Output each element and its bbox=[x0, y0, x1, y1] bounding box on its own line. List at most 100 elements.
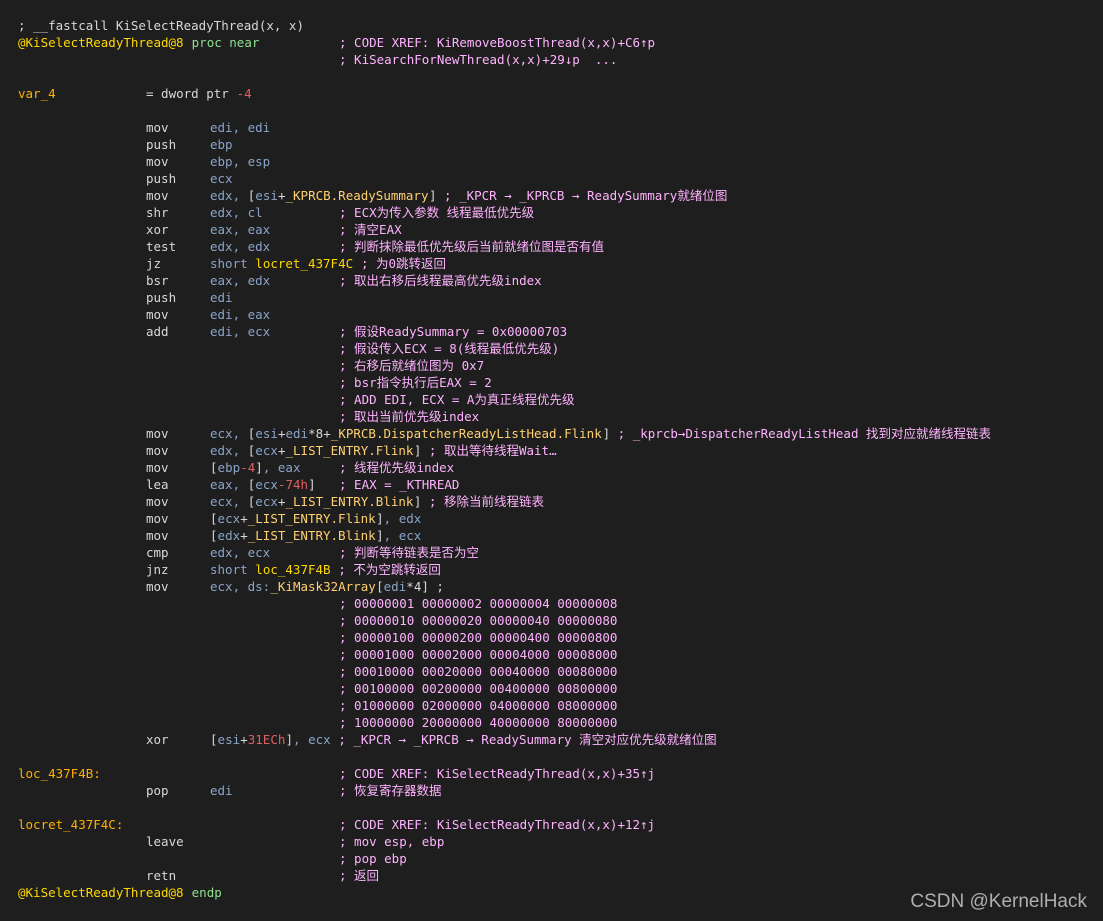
token-comment: ; 00000001 00000002 00000004 00000008 bbox=[339, 596, 618, 611]
code-line[interactable]: mov ebp, esp bbox=[0, 153, 1103, 170]
token-mnem: push bbox=[146, 290, 177, 305]
token-struct[interactable]: _KiMask32Array bbox=[270, 578, 375, 595]
code-line[interactable]: cmp edx, ecx ; 判断等待链表是否为空 bbox=[0, 544, 1103, 561]
token-num: -4 bbox=[240, 460, 256, 475]
code-line[interactable]: mov ecx, ds: _KiMask32Array[edi *4] ; bbox=[0, 578, 1103, 595]
code-line[interactable]: mov edi, eax bbox=[0, 306, 1103, 323]
code-line[interactable]: @KiSelectReadyThread@8 proc near ; CODE X… bbox=[0, 34, 1103, 51]
code-line[interactable]: ; 00000100 00000200 00000400 00000800 bbox=[0, 629, 1103, 646]
code-line[interactable]: jnz short loc_437F4B ; 不为空跳转返回 bbox=[0, 561, 1103, 578]
token-reg: edx, bbox=[210, 188, 248, 203]
token-comment: ; CODE XREF: KiSelectReadyThread(x,x)+12… bbox=[339, 817, 656, 832]
code-line[interactable]: bsr eax, edx ; 取出右移后线程最高优先级index bbox=[0, 272, 1103, 289]
code-line[interactable]: push edi bbox=[0, 289, 1103, 306]
token-plain: [ bbox=[247, 477, 256, 492]
token-func[interactable]: @KiSelectReadyThread@8 bbox=[18, 34, 184, 51]
token-sp bbox=[184, 884, 192, 901]
code-line[interactable]: ; 01000000 02000000 04000000 08000000 bbox=[0, 697, 1103, 714]
code-line[interactable]: locret_437F4C: ; CODE XREF: KiSelectReady… bbox=[0, 816, 1103, 833]
token-mnem: bsr bbox=[146, 273, 169, 288]
token-reg: ecx bbox=[210, 171, 233, 186]
code-line[interactable]: mov edi, edi bbox=[0, 119, 1103, 136]
code-line[interactable]: mov [edx + _LIST_ENTRY.Blink], ecx bbox=[0, 527, 1103, 544]
code-line[interactable]: ; 右移后就绪位图为 0x7 bbox=[0, 357, 1103, 374]
code-line[interactable]: ; bsr指令执行后EAX = 2 bbox=[0, 374, 1103, 391]
code-line[interactable]: ; 取出当前优先级index bbox=[0, 408, 1103, 425]
token-mnem: mov bbox=[146, 579, 169, 594]
code-line[interactable]: var_4 = dword ptr -4 bbox=[0, 85, 1103, 102]
code-line[interactable]: ; 10000000 20000000 40000000 80000000 bbox=[0, 714, 1103, 731]
token-mnem: jz bbox=[146, 256, 162, 271]
code-line[interactable]: ; 00000001 00000002 00000004 00000008 bbox=[0, 595, 1103, 612]
code-line[interactable]: ; KiSearchForNewThread(x,x)+29↓p ... bbox=[0, 51, 1103, 68]
code-line[interactable]: add edi, ecx ; 假设ReadySummary = 0x00000703 bbox=[0, 323, 1103, 340]
token-plain: + bbox=[240, 528, 248, 543]
token-plain: ] bbox=[308, 477, 316, 492]
token-reg: ecx, bbox=[210, 426, 248, 441]
code-line[interactable] bbox=[0, 68, 1103, 85]
token-num: -4 bbox=[236, 86, 252, 101]
code-line[interactable]: ; 假设传入ECX = 8(线程最低优先级) bbox=[0, 340, 1103, 357]
code-line[interactable]: mov [ebp -4], eax ; 线程优先级index bbox=[0, 459, 1103, 476]
token-reg: edx, edx bbox=[210, 239, 271, 254]
token-label[interactable]: loc_437F4B: bbox=[18, 765, 101, 782]
code-line[interactable]: mov ecx, [ecx + _LIST_ENTRY.Blink] ; 移除当前线程… bbox=[0, 493, 1103, 510]
token-struct[interactable]: _KPRCB.ReadySummary bbox=[286, 187, 429, 204]
code-line[interactable]: ; 00100000 00200000 00400000 00800000 bbox=[0, 680, 1103, 697]
code-line[interactable]: lea eax, [ecx -74h] ; EAX = _KTHREAD bbox=[0, 476, 1103, 493]
token-comment: ; 00100000 00200000 00400000 00800000 bbox=[339, 681, 618, 696]
token-reg: ebp bbox=[217, 460, 241, 475]
code-line[interactable]: shr edx, cl ; ECX为传入参数 线程最低优先级 bbox=[0, 204, 1103, 221]
token-plain: [ bbox=[376, 579, 384, 594]
token-reg: esi bbox=[255, 426, 278, 441]
token-label[interactable]: locret_437F4C: bbox=[18, 816, 123, 833]
token-sp bbox=[184, 34, 192, 51]
code-line[interactable]: ; ADD EDI, ECX = A为真正线程优先级 bbox=[0, 391, 1103, 408]
token-comment: ; CODE XREF: KiSelectReadyThread(x,x)+35… bbox=[339, 766, 656, 781]
token-label[interactable]: var_4 bbox=[18, 85, 56, 102]
token-reg: edx, ecx bbox=[210, 545, 271, 560]
token-comment: ; 取出右移后线程最高优先级index bbox=[339, 273, 542, 288]
disassembly-listing[interactable]: ; __fastcall KiSelectReadyThread(x, x) @K… bbox=[0, 0, 1103, 921]
token-struct[interactable]: _LIST_ENTRY.Flink bbox=[248, 510, 376, 527]
code-line[interactable]: ; pop ebp bbox=[0, 850, 1103, 867]
token-comment: ; 00000100 00000200 00000400 00000800 bbox=[339, 630, 618, 645]
code-line[interactable]: mov edx, [ecx + _LIST_ENTRY.Flink] ; 取出等待线程… bbox=[0, 442, 1103, 459]
token-struct[interactable]: _LIST_ENTRY.Flink bbox=[286, 442, 414, 459]
token-comment: ; 不为空跳转返回 bbox=[330, 562, 441, 577]
token-reg: ecx bbox=[217, 511, 241, 526]
token-plain: [ bbox=[247, 188, 256, 203]
code-line[interactable]: ; 00000010 00000020 00000040 00000080 bbox=[0, 612, 1103, 629]
token-loc[interactable]: locret_437F4C bbox=[255, 255, 353, 272]
code-line[interactable]: leave ; mov esp, ebp bbox=[0, 833, 1103, 850]
code-line[interactable]: mov [ecx + _LIST_ENTRY.Flink], edx bbox=[0, 510, 1103, 527]
token-plain: ] bbox=[376, 528, 384, 543]
code-line[interactable] bbox=[0, 102, 1103, 119]
code-line[interactable]: push ecx bbox=[0, 170, 1103, 187]
code-line[interactable]: jz short locret_437F4C ; 为0跳转返回 bbox=[0, 255, 1103, 272]
token-comment: ; ECX为传入参数 线程最低优先级 bbox=[339, 205, 535, 220]
code-line[interactable]: test edx, edx ; 判断抹除最低优先级后当前就绪位图是否有值 bbox=[0, 238, 1103, 255]
code-line[interactable]: retn ; 返回 bbox=[0, 867, 1103, 884]
code-line[interactable]: mov ecx, [esi + edi *8+ _KPRCB.DispatcherRead… bbox=[0, 425, 1103, 442]
token-func[interactable]: @KiSelectReadyThread@8 bbox=[18, 884, 184, 901]
code-line[interactable]: pop edi ; 恢复寄存器数据 bbox=[0, 782, 1103, 799]
token-reg: edi, edi bbox=[210, 120, 271, 135]
code-line[interactable] bbox=[0, 799, 1103, 816]
code-line[interactable]: ; 00001000 00002000 00004000 00008000 bbox=[0, 646, 1103, 663]
token-reg: , eax bbox=[262, 460, 301, 475]
code-line[interactable]: push ebp bbox=[0, 136, 1103, 153]
code-line[interactable]: ; __fastcall KiSelectReadyThread(x, x) bbox=[0, 17, 1103, 34]
token-loc[interactable]: loc_437F4B bbox=[255, 561, 330, 578]
token-comment: ; 假设传入ECX = 8(线程最低优先级) bbox=[339, 341, 560, 356]
code-line[interactable]: xor eax, eax ; 清空EAX bbox=[0, 221, 1103, 238]
token-struct[interactable]: _KPRCB.DispatcherReadyListHead.Flink bbox=[331, 425, 602, 442]
code-line[interactable]: ; 00010000 00020000 00040000 00080000 bbox=[0, 663, 1103, 680]
code-line[interactable] bbox=[0, 748, 1103, 765]
code-line[interactable]: xor [esi +31ECh], ecx ; _KPCR → _KPRCB → R… bbox=[0, 731, 1103, 748]
token-struct[interactable]: _LIST_ENTRY.Blink bbox=[286, 493, 414, 510]
code-line[interactable]: loc_437F4B: ; CODE XREF: KiSelectReadyThr… bbox=[0, 765, 1103, 782]
code-line[interactable]: mov edx, [esi + _KPRCB.ReadySummary] ; _KPC… bbox=[0, 187, 1103, 204]
token-plain: = dword ptr bbox=[146, 86, 237, 101]
token-struct[interactable]: _LIST_ENTRY.Blink bbox=[248, 527, 376, 544]
